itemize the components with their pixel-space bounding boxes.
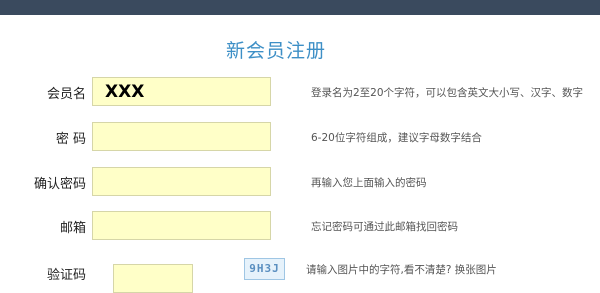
username-label: 会员名 [46,87,86,102]
email-label: 邮箱 [59,221,86,236]
password-hint: 6-20位字符组成，建议字母数字结合 [311,132,482,144]
email-input[interactable] [92,211,271,240]
captcha-hint-text: 请输入图片中的字符,看不清楚? [306,264,452,276]
password-label: 密 码 [55,132,86,147]
refresh-captcha-link[interactable]: 换张图片 [455,264,497,276]
top-bar [0,0,600,15]
confirm-password-label: 确认密码 [33,177,86,192]
confirm-password-hint: 再输入您上面输入的密码 [311,177,427,189]
page-title: 新会员注册 [225,40,326,62]
password-input[interactable] [92,122,271,151]
form-row-password: 密 码 6-20位字符组成，建议字母数字结合 [0,122,600,152]
captcha-input[interactable] [113,264,193,293]
email-hint: 忘记密码可通过此邮箱找回密码 [311,221,458,233]
captcha-label: 验证码 [46,268,86,283]
captcha-hint: 请输入图片中的字符,看不清楚? 换张图片 [306,262,592,277]
form-row-username: 会员名 登录名为2至20个字符，可以包含英文大小写、汉字、数字 [0,77,600,107]
form-row-confirm-password: 确认密码 再输入您上面输入的密码 [0,167,600,197]
confirm-password-input[interactable] [92,167,271,196]
captcha-image[interactable]: 9H3J [244,258,285,280]
username-input[interactable] [92,77,271,106]
form-row-captcha: 验证码 9H3J 请输入图片中的字符,看不清楚? 换张图片 [0,258,600,293]
form-row-email: 邮箱 忘记密码可通过此邮箱找回密码 [0,211,600,241]
username-hint: 登录名为2至20个字符，可以包含英文大小写、汉字、数字 [311,87,584,99]
